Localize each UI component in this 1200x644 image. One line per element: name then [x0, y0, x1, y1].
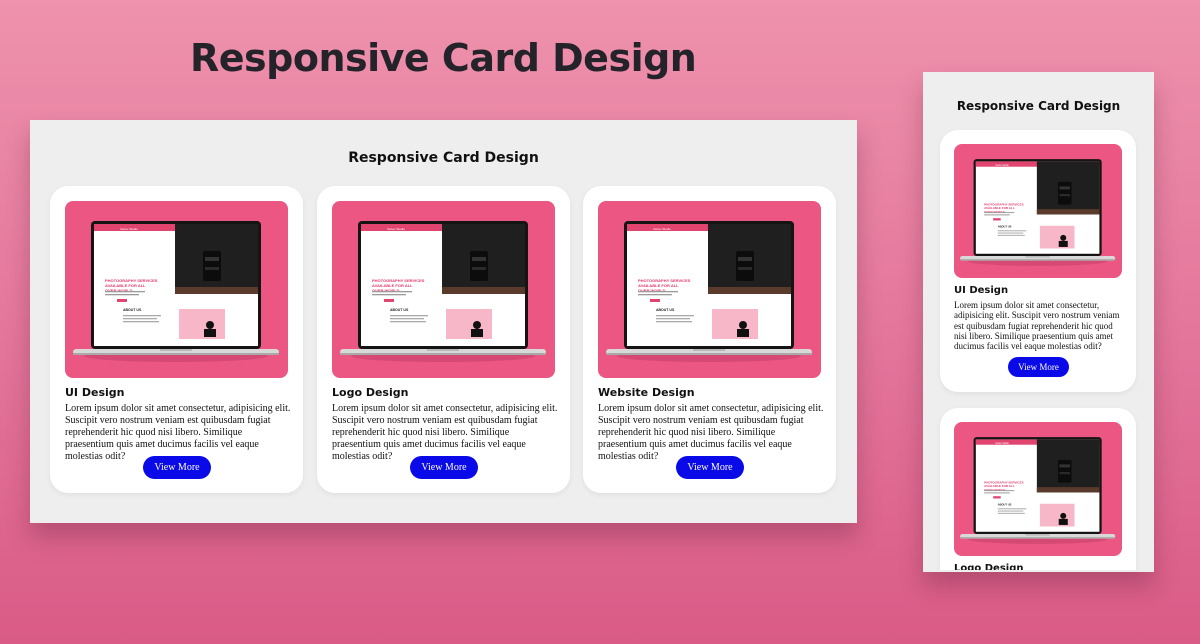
view-more-button[interactable]: View More: [676, 456, 744, 479]
svg-text:Vertex Studio: Vertex Studio: [653, 227, 671, 231]
svg-text:ABOUT US: ABOUT US: [123, 308, 142, 312]
card-title: UI Design: [65, 386, 125, 399]
svg-text:OVER WORLD: OVER WORLD: [984, 488, 1006, 492]
svg-text:Vertex Studio: Vertex Studio: [995, 442, 1009, 445]
card-description: Lorem ipsum dolor sit amet consectetur, …: [954, 300, 1120, 352]
svg-text:Vertex Studio: Vertex Studio: [995, 164, 1009, 167]
card-thumbnail: Vertex Studio PHOTOGRAPHY SERVICES AVAILA…: [332, 201, 555, 378]
svg-text:ABOUT US: ABOUT US: [998, 502, 1012, 506]
card-title: Logo Design: [332, 386, 409, 399]
card-description: Lorem ipsum dolor sit amet consectetur, …: [598, 403, 824, 462]
panel-title: Responsive Card Design: [348, 150, 539, 166]
laptop-mockup-image: Vertex Studio PHOTOGRAPHY SERVICESAVAILA…: [960, 159, 1116, 266]
svg-text:ABOUT US: ABOUT US: [390, 308, 409, 312]
svg-text:ABOUT US: ABOUT US: [998, 224, 1012, 228]
card-ui-design: Vertex Studio PHOTOGRAPHY SERVICES AVAILA…: [940, 130, 1136, 392]
laptop-mockup-image: Vertex Studio PHOTOGRAPHY SERVICESAVAILA…: [960, 437, 1116, 544]
svg-text:OVER WORLD: OVER WORLD: [984, 210, 1006, 214]
laptop-mockup-image: Vertex Studio PHOTOGRAPHY SERVICESAVAILA…: [340, 221, 546, 362]
panel-edge: [923, 570, 1154, 572]
card-thumbnail: Vertex Studio PHOTOGRAPHY SERVICES AVAILA…: [954, 422, 1122, 556]
view-more-button[interactable]: View More: [143, 456, 211, 479]
view-more-button[interactable]: View More: [410, 456, 478, 479]
card-title: UI Design: [954, 285, 1009, 296]
svg-text:Vertex Studio: Vertex Studio: [120, 227, 138, 231]
laptop-mockup-image: Vertex Studio PHOTOGRAPHY SERVICESAVAILA…: [606, 221, 812, 362]
mobile-preview-panel: Responsive Card Design Vertex Studio PHO…: [923, 72, 1154, 572]
card-ui-design: Vertex Studio PHOTOGRAPHY SERVICES AVAILA…: [50, 186, 303, 493]
hero-title: Responsive Card Design: [190, 36, 697, 80]
card-thumbnail: Vertex Studio PHOTOGRAPHY SERVICES AVAILA…: [598, 201, 821, 378]
desktop-preview-panel: Responsive Card Design Vertex Studio PHO…: [30, 120, 857, 523]
card-title: Website Design: [598, 386, 695, 399]
panel-title: Responsive Card Design: [956, 99, 1121, 113]
laptop-mockup-image: Vertex Studio PHOTOGRAPHY SERVICESAVAILA…: [73, 221, 279, 362]
card-thumbnail: Vertex Studio PHOTOGRAPHY SERVICES AVAILA…: [65, 201, 288, 378]
card-website-design: Vertex Studio PHOTOGRAPHY SERVICES AVAILA…: [583, 186, 836, 493]
card-description: Lorem ipsum dolor sit amet consectetur, …: [65, 403, 291, 462]
view-more-button[interactable]: View More: [1008, 357, 1069, 377]
card-logo-design: Vertex Studio PHOTOGRAPHY SERVICES AVAILA…: [940, 408, 1136, 572]
svg-text:ABOUT US: ABOUT US: [656, 308, 675, 312]
svg-text:Vertex Studio: Vertex Studio: [387, 227, 405, 231]
card-description: Lorem ipsum dolor sit amet consectetur, …: [332, 403, 558, 462]
card-logo-design: Vertex Studio PHOTOGRAPHY SERVICES AVAILA…: [317, 186, 570, 493]
card-thumbnail: Vertex Studio PHOTOGRAPHY SERVICES AVAILA…: [954, 144, 1122, 278]
